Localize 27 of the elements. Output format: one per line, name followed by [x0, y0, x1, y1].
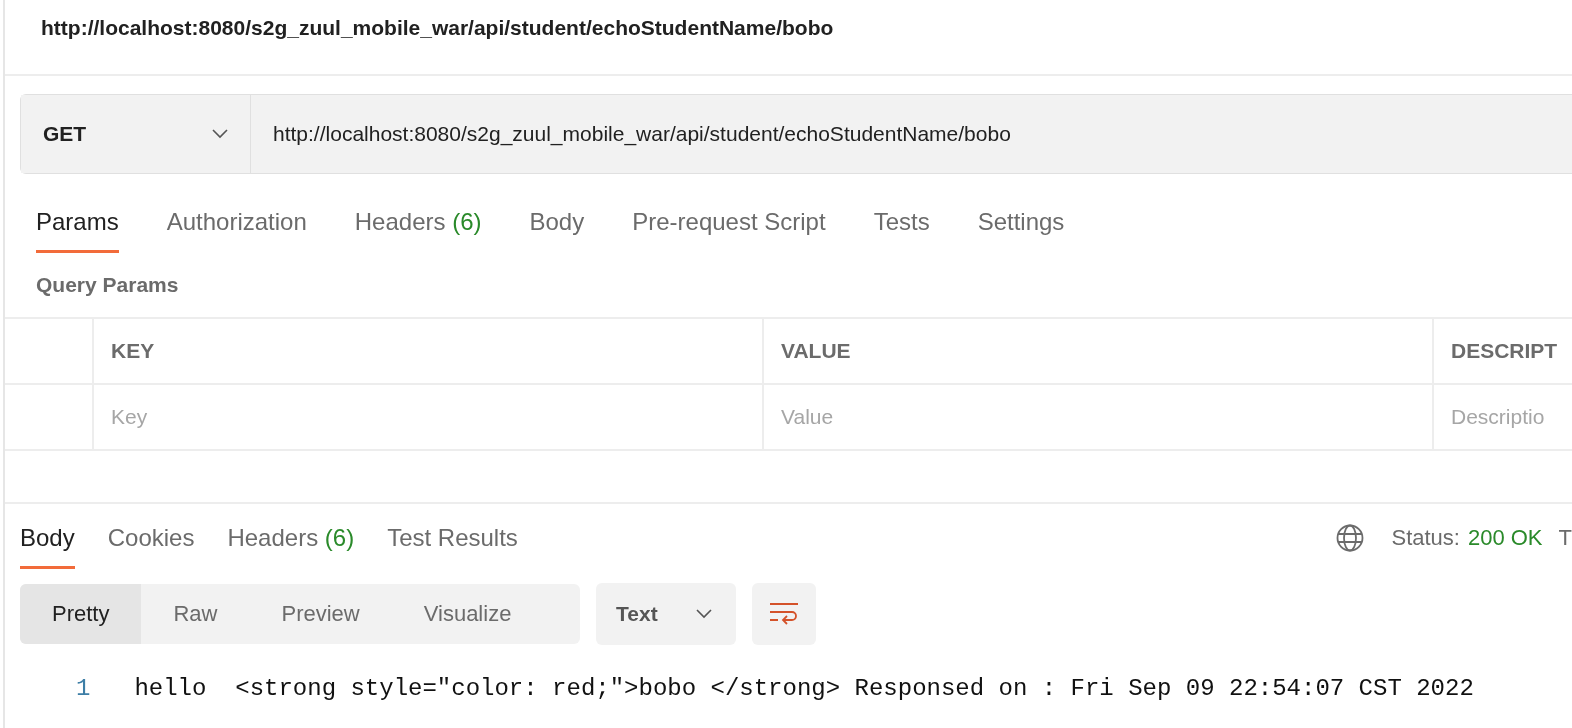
format-dropdown[interactable]: Text	[596, 583, 736, 645]
request-tab[interactable]: Params	[36, 196, 119, 253]
line-number: 1	[76, 675, 91, 702]
response-tab[interactable]: Cookies	[107, 512, 195, 569]
request-title: http://localhost:8080/s2g_zuul_mobile_war/api/student/echoStudentName/bobo	[5, 0, 1572, 76]
view-mode-tab[interactable]: Visualize	[391, 584, 544, 644]
status-label: Status:	[1391, 524, 1460, 551]
view-mode-tab[interactable]: Raw	[141, 584, 250, 644]
response-tab[interactable]: Headers (6)	[227, 512, 355, 569]
chevron-down-icon	[696, 609, 712, 619]
wrap-icon	[769, 601, 799, 627]
request-tab[interactable]: Authorization	[166, 196, 307, 253]
status-text: T	[1558, 524, 1572, 551]
status-value: 200 OK	[1467, 524, 1543, 551]
code-text: hello <strong style="color: red;">bobo </strong> Responsed on : Fri Sep 09 22:54:07 CST 2022	[134, 675, 1474, 702]
wrap-lines-button[interactable]	[752, 583, 816, 645]
view-mode-tab[interactable]: Preview	[249, 584, 392, 644]
request-tab[interactable]: Body	[529, 196, 585, 253]
view-mode-tab[interactable]: Pretty	[20, 584, 142, 644]
globe-icon[interactable]	[1335, 522, 1366, 553]
request-tab[interactable]: Settings	[977, 196, 1065, 253]
section-heading: Query Params	[35, 272, 180, 298]
request-tab[interactable]: Tests	[873, 196, 930, 253]
request-tab[interactable]: Pre-request Script	[632, 196, 826, 253]
response-tab[interactable]: Body	[20, 512, 75, 569]
request-tab[interactable]: Headers (6)	[354, 196, 482, 253]
response-tab[interactable]: Test Results	[387, 512, 518, 569]
